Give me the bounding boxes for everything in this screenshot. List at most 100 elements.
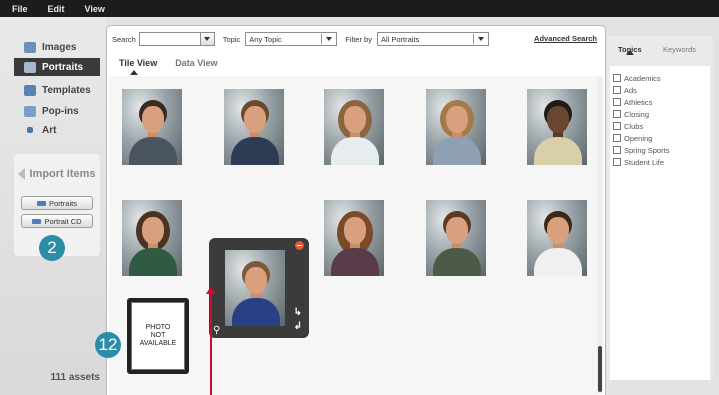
topic-label: Closing [624, 109, 650, 119]
checkbox[interactable] [613, 110, 621, 118]
portrait-thumbnail[interactable] [122, 89, 182, 165]
checkbox[interactable] [613, 158, 621, 166]
callout-badge: 12 [95, 332, 121, 358]
portrait-thumbnail[interactable] [224, 89, 284, 165]
not-available-line: NOT [150, 332, 166, 339]
not-available-line: PHOTO [145, 324, 171, 331]
topic-checkbox-row[interactable]: Closing [610, 108, 710, 120]
search-input[interactable] [138, 32, 201, 46]
vertical-scrollbar[interactable] [597, 76, 603, 394]
checkbox[interactable] [613, 86, 621, 94]
filter-bar: Search Topic Any Topic Filter by All Por… [107, 26, 605, 52]
annotation-arrow-line [210, 290, 212, 395]
checkbox[interactable] [613, 74, 621, 82]
topic-label: Spring Sports [624, 145, 670, 155]
import-portraits-button[interactable]: Portraits [21, 196, 93, 210]
filter-value: All Portraits [380, 34, 420, 44]
art-icon [27, 127, 33, 133]
advanced-search-link[interactable]: Advanced Search [534, 34, 597, 43]
topic-label: Opening [624, 133, 653, 143]
not-available-text: PHOTO NOT AVAILABLE [140, 324, 177, 348]
filter-select[interactable]: All Portraits [376, 32, 489, 46]
disc-icon [32, 218, 42, 224]
not-available-line: AVAILABLE [139, 340, 177, 347]
sidebar-item-portraits[interactable]: Portraits [14, 58, 100, 76]
tab-data-view[interactable]: Data View [175, 58, 217, 68]
portrait-thumbnail[interactable] [324, 200, 384, 276]
checkbox[interactable] [613, 146, 621, 154]
selected-tile[interactable]: ↳ ↲ ⚲ [209, 238, 309, 338]
remove-icon[interactable] [295, 241, 304, 250]
menu-edit[interactable]: Edit [48, 4, 65, 14]
sidebar-item-label: Images [42, 41, 77, 53]
chevron-down-icon [326, 37, 333, 41]
portrait-thumbnail[interactable] [527, 200, 587, 276]
sidebar-item-label: Art [42, 124, 57, 136]
filter-label: Filter by [345, 34, 372, 44]
main-panel: Search Topic Any Topic Filter by All Por… [95, 25, 606, 395]
button-label: Portrait CD [44, 216, 82, 226]
sidebar-item-templates[interactable]: Templates [14, 81, 100, 99]
view-tabs: Tile View Data View [119, 58, 218, 68]
right-panel: Topics Keywords Academics Ads Athletics … [607, 36, 713, 380]
checkbox[interactable] [613, 134, 621, 142]
topic-label: Student Life [624, 157, 665, 167]
rotate-right-icon[interactable]: ↳ [294, 308, 302, 318]
topic-label: Topic [222, 34, 241, 44]
topic-select[interactable]: Any Topic [245, 32, 338, 46]
import-portrait-cd-button[interactable]: Portrait CD [21, 214, 93, 228]
topic-label: Academics [624, 73, 661, 83]
topic-checkbox-row[interactable]: Ads [610, 84, 710, 96]
topic-label: Ads [624, 85, 637, 95]
menu-view[interactable]: View [85, 4, 105, 14]
topic-checkbox-row[interactable]: Academics [610, 72, 710, 84]
images-icon [24, 41, 36, 53]
rotate-left-icon[interactable]: ↲ [294, 322, 302, 332]
checkbox[interactable] [613, 122, 621, 130]
assets-count: 111 assets [50, 372, 101, 383]
tile-grid: ↳ ↲ ⚲ PHOTO NOT AVAILABLE [109, 76, 597, 395]
topic-checkbox-row[interactable]: Opening [610, 132, 710, 144]
callout-badge: 2 [39, 235, 65, 261]
topic-checkbox-row[interactable]: Student Life [610, 156, 710, 168]
tab-tile-view[interactable]: Tile View [119, 58, 157, 68]
search-label: Search [112, 34, 136, 44]
topic-label: Athletics [624, 97, 653, 107]
search-dropdown-button[interactable] [200, 32, 215, 46]
topics-list: Academics Ads Athletics Closing Clubs Op… [610, 66, 710, 380]
topic-checkbox-row[interactable]: Athletics [610, 96, 710, 108]
annotation-arrow-head-icon [206, 286, 216, 294]
import-items-label: Import Items [29, 168, 96, 180]
tab-indicator-icon [130, 70, 138, 75]
tab-keywords[interactable]: Keywords [663, 45, 696, 54]
left-sidebar: Images Portraits Templates Pop-ins Art I… [0, 17, 106, 395]
menu-file[interactable]: File [12, 4, 28, 14]
topic-checkbox-row[interactable]: Clubs [610, 120, 710, 132]
topic-checkbox-row[interactable]: Spring Sports [610, 144, 710, 156]
zoom-icon[interactable]: ⚲ [213, 325, 220, 336]
sidebar-item-pop-ins[interactable]: Pop-ins [14, 102, 100, 120]
portraits-icon [24, 61, 36, 73]
photo-not-available-tile[interactable]: PHOTO NOT AVAILABLE [127, 298, 189, 374]
arrow-right-icon [37, 200, 47, 206]
templates-icon [24, 84, 36, 96]
sidebar-item-label: Portraits [42, 61, 84, 73]
chevron-down-icon [477, 37, 484, 41]
portrait-thumbnail[interactable] [426, 200, 486, 276]
portrait-thumbnail[interactable] [426, 89, 486, 165]
sidebar-item-label: Pop-ins [42, 105, 79, 117]
sidebar-item-images[interactable]: Images [14, 38, 100, 56]
topic-value: Any Topic [249, 34, 282, 44]
portrait-thumbnail[interactable] [122, 200, 182, 276]
scrollbar-thumb[interactable] [598, 346, 602, 392]
portrait-thumbnail[interactable] [527, 89, 587, 165]
sidebar-item-art[interactable]: Art [14, 121, 100, 139]
sidebar-item-label: Templates [42, 84, 91, 96]
arrow-left-icon [18, 168, 26, 180]
tab-indicator-icon [626, 50, 634, 55]
portrait-thumbnail[interactable] [324, 89, 384, 165]
menu-bar: File Edit View [0, 0, 719, 17]
portrait-thumbnail[interactable] [225, 250, 285, 326]
checkbox[interactable] [613, 98, 621, 106]
button-label: Portraits [49, 198, 77, 208]
